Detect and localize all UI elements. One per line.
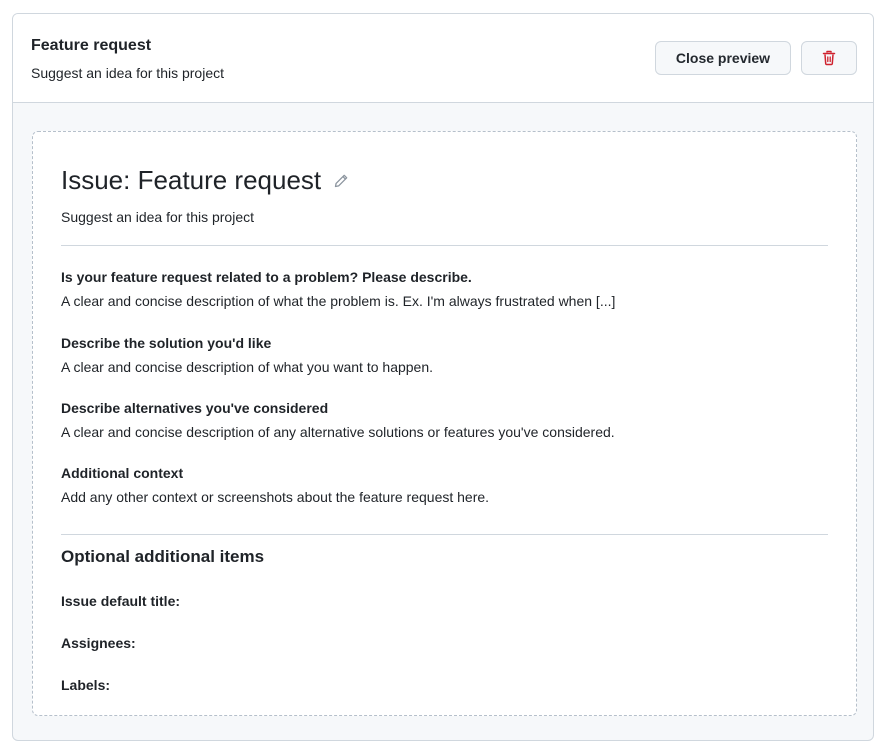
- template-name: Feature request: [31, 37, 152, 54]
- form-section: Describe the solution you'd like A clear…: [61, 333, 831, 377]
- section-body: A clear and concise description of what …: [61, 359, 434, 375]
- form-section: Additional context Add any other context…: [61, 463, 831, 507]
- delete-template-button[interactable]: [801, 41, 857, 75]
- section-heading: Describe alternatives you've considered: [61, 400, 329, 416]
- labels-label: Labels:: [61, 677, 111, 693]
- section-body: Add any other context or screenshots abo…: [61, 489, 490, 505]
- trash-icon: [821, 50, 837, 66]
- template-about: Suggest an idea for this project: [31, 65, 225, 81]
- divider: [61, 245, 828, 246]
- section-heading: Describe the solution you'd like: [61, 335, 272, 351]
- template-preview-panel: Feature request Suggest an idea for this…: [12, 13, 874, 741]
- section-body: A clear and concise description of what …: [61, 293, 616, 309]
- assignees-label: Assignees:: [61, 635, 136, 651]
- issue-preview-description: Suggest an idea for this project: [61, 209, 255, 225]
- pencil-icon[interactable]: [333, 173, 349, 189]
- section-heading: Additional context: [61, 465, 184, 481]
- section-body: A clear and concise description of any a…: [61, 424, 615, 440]
- section-heading: Is your feature request related to a pro…: [61, 269, 472, 285]
- issue-default-title-label: Issue default title:: [61, 593, 181, 609]
- optional-items-heading: Optional additional items: [61, 547, 265, 566]
- issue-preview-title: Issue: Feature request: [61, 165, 349, 196]
- close-preview-button[interactable]: Close preview: [655, 41, 791, 75]
- form-section: Is your feature request related to a pro…: [61, 267, 831, 311]
- divider: [61, 534, 828, 535]
- issue-preview-card: Issue: Feature request Suggest an idea f…: [32, 131, 857, 716]
- issue-title-text: Issue: Feature request: [61, 165, 322, 195]
- form-section: Describe alternatives you've considered …: [61, 398, 831, 442]
- template-header: Feature request Suggest an idea for this…: [13, 14, 873, 103]
